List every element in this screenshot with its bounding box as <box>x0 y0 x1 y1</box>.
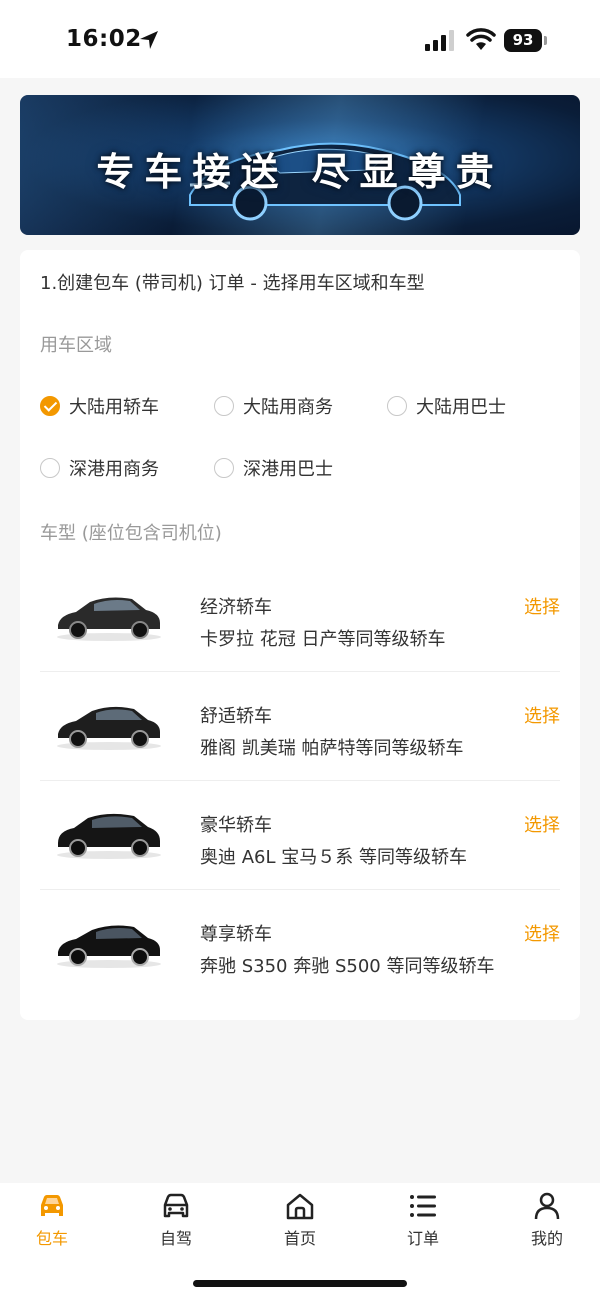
list-icon <box>410 1195 436 1217</box>
car-item-comfort[interactable]: 舒适轿车 雅阁 凯美瑞 帕萨特等同等级轿车 选择 <box>40 672 560 781</box>
battery-indicator: 93 <box>504 29 548 52</box>
car-description: 奔驰 S350 奔驰 S500 等同等级轿车 <box>200 956 495 977</box>
car-description: 奥迪 A6L 宝马５系 等同等级轿车 <box>200 847 467 868</box>
car-description: 卡罗拉 花冠 日产等同等级轿车 <box>200 629 446 650</box>
step-title: 1.创建包车 (带司机) 订单 - 选择用车区域和车型 <box>40 273 425 294</box>
radio-mainland-bus[interactable]: 大陆用巴士 <box>387 391 506 421</box>
tab-self-drive[interactable]: 自驾 <box>136 1191 216 1248</box>
battery-cap <box>544 36 547 45</box>
promo-banner[interactable]: 专车接送 尽显尊贵 <box>20 95 580 235</box>
car-image <box>57 813 161 859</box>
banner-slogan: 专车接送 尽显尊贵 <box>96 150 504 194</box>
radio-sz-hk-business[interactable]: 深港用商务 <box>40 453 159 483</box>
radio-label: 深港用巴士 <box>243 459 333 480</box>
location-arrow-icon <box>140 31 158 49</box>
tab-label: 首页 <box>283 1229 316 1248</box>
car-outline-icon <box>163 1193 189 1218</box>
home-icon <box>286 1193 314 1220</box>
car-item-premium[interactable]: 尊享轿车 奔驰 S350 奔驰 S500 等同等级轿车 选择 <box>40 890 560 999</box>
radio-unchecked-icon <box>214 458 234 478</box>
radio-unchecked-icon <box>387 396 407 416</box>
radio-mainland-sedan[interactable]: 大陆用轿车 <box>40 391 159 421</box>
radio-label: 深港用商务 <box>69 459 159 480</box>
radio-sz-hk-bus[interactable]: 深港用巴士 <box>214 453 333 483</box>
car-description: 雅阁 凯美瑞 帕萨特等同等级轿车 <box>200 738 464 759</box>
select-button[interactable]: 选择 <box>524 920 560 946</box>
car-image <box>57 706 161 750</box>
region-label: 用车区域 <box>40 335 112 356</box>
car-name: 舒适轿车 <box>200 706 272 727</box>
car-name: 经济轿车 <box>200 597 272 618</box>
wifi-icon <box>466 28 496 50</box>
status-bar: 16:02 93 <box>0 0 600 78</box>
car-item-economy[interactable]: 经济轿车 卡罗拉 花冠 日产等同等级轿车 选择 <box>40 563 560 672</box>
status-time: 16:02 <box>66 26 142 52</box>
tab-label: 包车 <box>35 1229 68 1248</box>
booking-card: 1.创建包车 (带司机) 订单 - 选择用车区域和车型 用车区域 大陆用轿车 大… <box>20 250 580 1020</box>
car-image <box>57 925 161 968</box>
car-name: 豪华轿车 <box>200 815 272 836</box>
car-name: 尊享轿车 <box>200 924 272 945</box>
radio-checked-icon <box>40 396 60 416</box>
select-button[interactable]: 选择 <box>524 593 560 619</box>
radio-unchecked-icon <box>40 458 60 478</box>
car-item-luxury[interactable]: 豪华轿车 奥迪 A6L 宝马５系 等同等级轿车 选择 <box>40 781 560 890</box>
radio-unchecked-icon <box>214 396 234 416</box>
tab-charter[interactable]: 包车 <box>12 1191 92 1248</box>
person-icon <box>534 1192 560 1220</box>
radio-label: 大陆用轿车 <box>69 397 159 418</box>
car-type-label: 车型 (座位包含司机位) <box>40 523 222 544</box>
radio-label: 大陆用巴士 <box>416 397 506 418</box>
tab-label: 我的 <box>530 1229 563 1248</box>
tab-label: 订单 <box>406 1229 439 1248</box>
radio-mainland-business[interactable]: 大陆用商务 <box>214 391 333 421</box>
select-button[interactable]: 选择 <box>524 811 560 837</box>
cellular-signal-icon <box>425 30 454 51</box>
tab-label: 自驾 <box>159 1229 192 1248</box>
car-image <box>57 597 161 641</box>
tab-home[interactable]: 首页 <box>260 1191 340 1248</box>
tab-orders[interactable]: 订单 <box>383 1191 463 1248</box>
tab-profile[interactable]: 我的 <box>507 1191 587 1248</box>
car-icon <box>41 1195 63 1216</box>
home-indicator[interactable] <box>193 1280 407 1287</box>
select-button[interactable]: 选择 <box>524 702 560 728</box>
battery-level: 93 <box>504 29 542 52</box>
radio-label: 大陆用商务 <box>243 397 333 418</box>
